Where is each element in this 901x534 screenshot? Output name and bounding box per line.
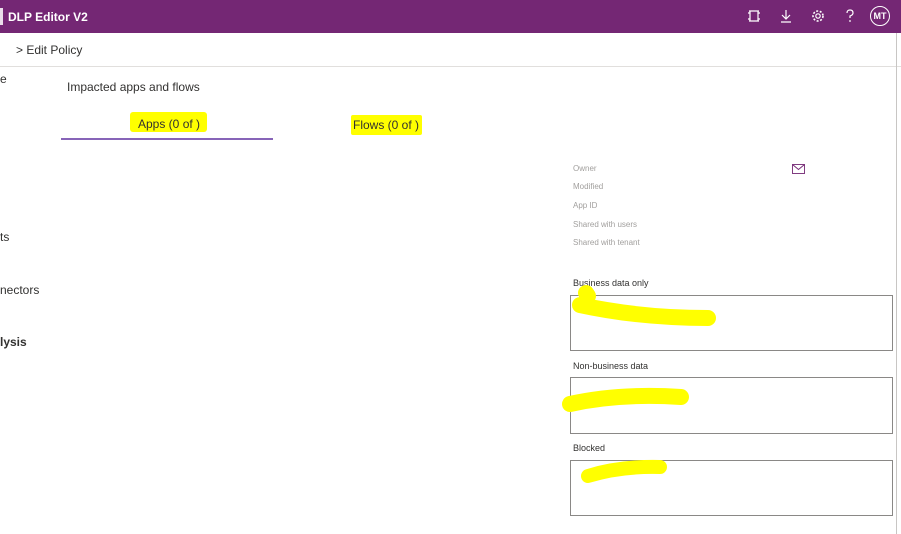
non-business-data-label: Non-business data xyxy=(573,361,649,371)
shared-tenant-label: Shared with tenant xyxy=(573,238,640,247)
download-icon[interactable] xyxy=(778,8,794,24)
mail-icon[interactable] xyxy=(792,164,805,174)
modified-label: Modified xyxy=(573,182,604,191)
fit-screen-icon[interactable] xyxy=(746,8,762,24)
nav-item-2[interactable]: ts xyxy=(0,230,9,244)
section-title: Impacted apps and flows xyxy=(67,80,200,94)
brand-marker xyxy=(0,8,3,25)
app-id-label: App ID xyxy=(573,201,598,210)
tab-apps[interactable]: Apps (0 of ) xyxy=(138,117,200,131)
blocked-label: Blocked xyxy=(573,443,606,453)
non-business-data-box[interactable] xyxy=(570,377,893,434)
blocked-box[interactable] xyxy=(570,460,893,516)
nav-item-1[interactable]: e xyxy=(0,72,7,86)
gear-icon[interactable] xyxy=(810,8,826,24)
tab-flows[interactable]: Flows (0 of ) xyxy=(353,118,419,132)
left-nav: e ts nectors lysis xyxy=(0,66,57,534)
nav-item-3[interactable]: nectors xyxy=(0,283,39,297)
owner-label: Owner xyxy=(573,164,597,173)
top-bar: DLP Editor V2 MT xyxy=(0,0,901,33)
breadcrumb[interactable]: > Edit Policy xyxy=(16,43,82,57)
business-data-label: Business data only xyxy=(573,278,649,288)
avatar[interactable]: MT xyxy=(870,6,890,26)
help-icon[interactable] xyxy=(842,8,858,24)
panel-edge xyxy=(896,33,897,534)
shared-users-label: Shared with users xyxy=(573,220,638,229)
business-data-box[interactable] xyxy=(570,295,893,351)
app-title: DLP Editor V2 xyxy=(8,10,88,24)
nav-item-4[interactable]: lysis xyxy=(0,335,27,349)
header-divider xyxy=(0,66,901,67)
tab-selected-indicator xyxy=(61,138,273,140)
